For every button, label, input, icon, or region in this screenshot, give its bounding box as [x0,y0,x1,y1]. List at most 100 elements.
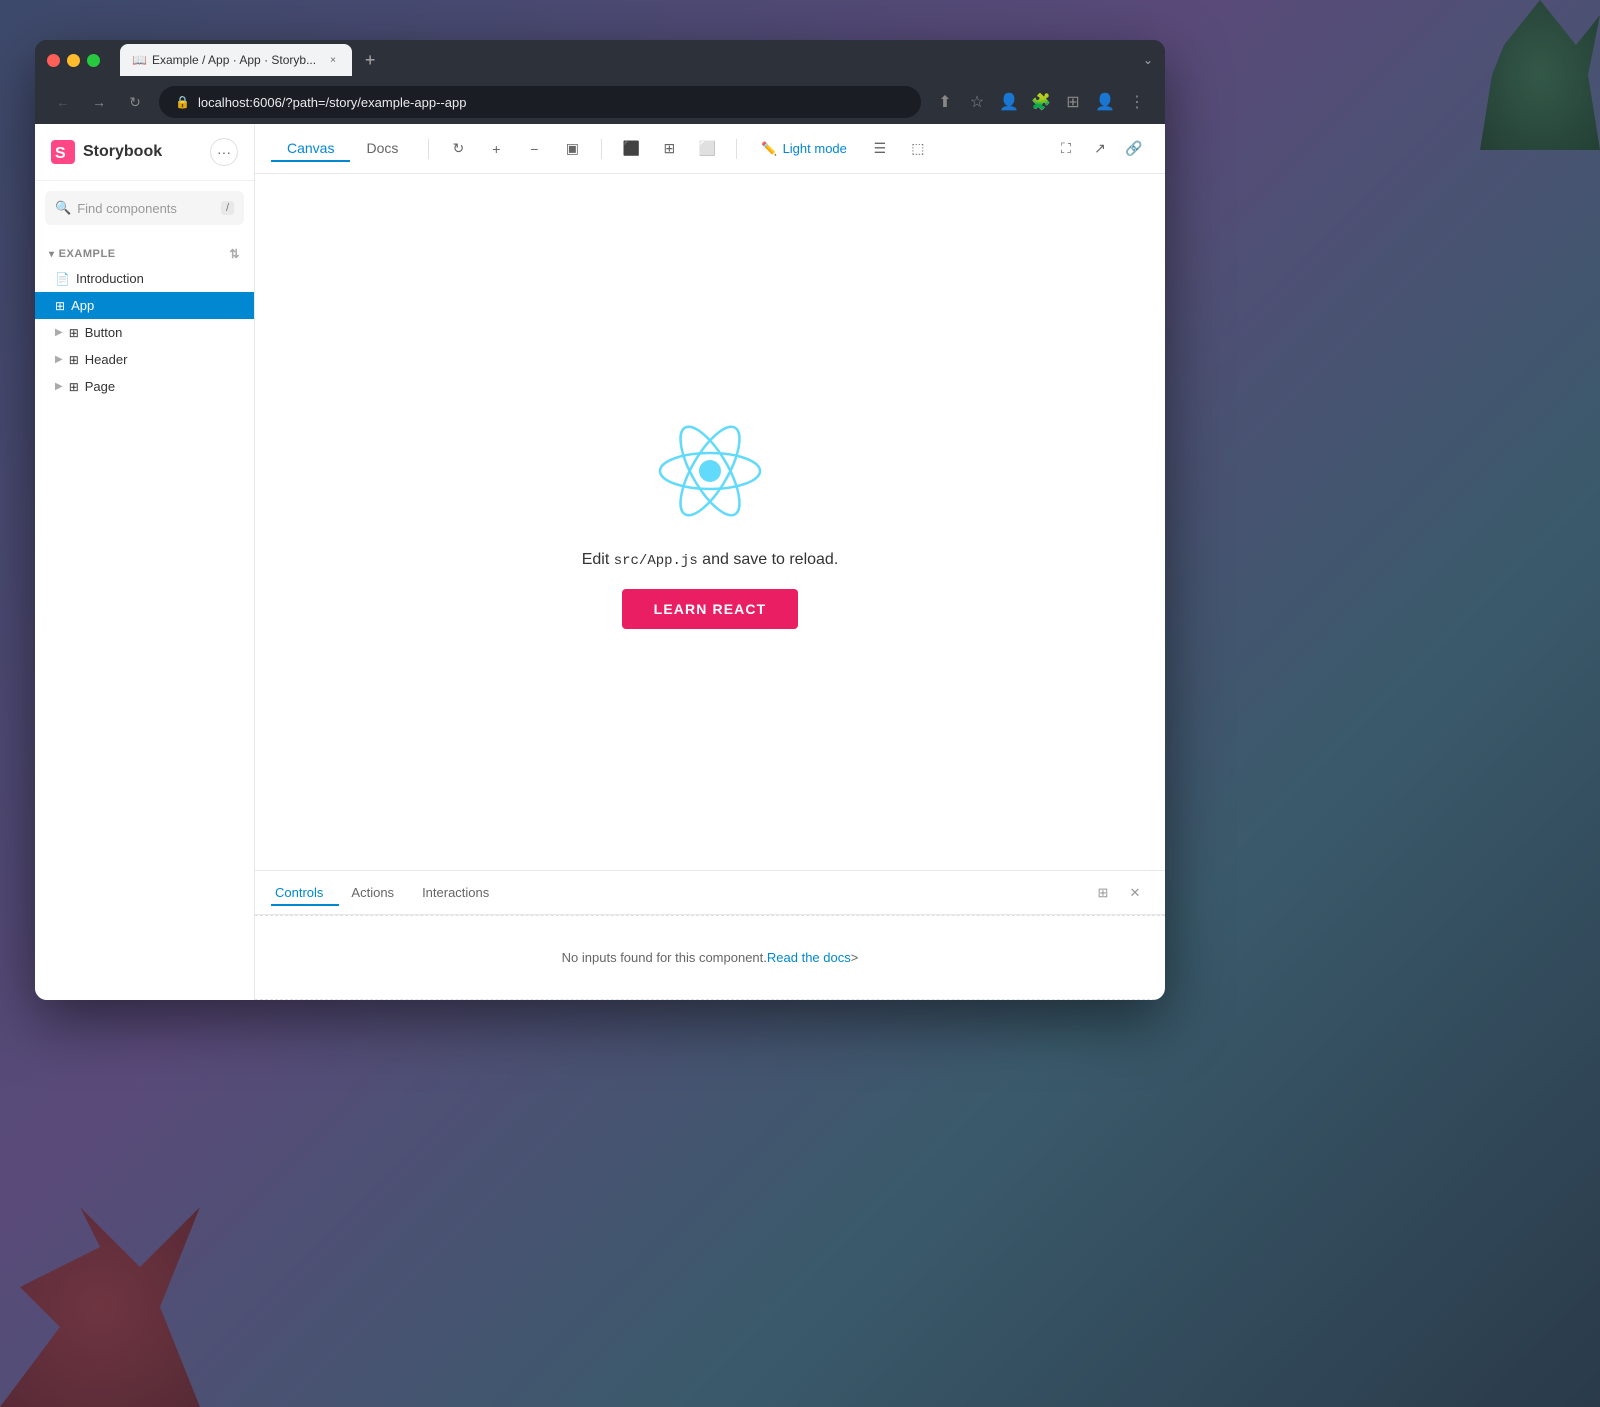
sidebar-header: S Storybook ··· [35,124,254,181]
split-view-button[interactable]: ⊞ [1061,90,1085,114]
learn-react-button[interactable]: LEARN REACT [622,589,799,629]
section-name-label: EXAMPLE [59,248,230,260]
extensions-button[interactable]: 🧩 [1029,90,1053,114]
back-button[interactable]: ← [51,90,75,114]
user-avatar-button[interactable]: 👤 [1093,90,1117,114]
copy-link-button[interactable]: 🔗 [1119,134,1149,164]
sidebar-item-introduction[interactable]: 📄 Introduction [35,265,254,292]
canvas-preview-area: Edit src/App.js and save to reload. LEAR… [255,174,1165,870]
maximize-window-button[interactable] [87,54,100,67]
background-button[interactable]: ⬛ [616,134,646,164]
fullscreen-button[interactable]: ⛶ [1051,134,1081,164]
code-filename: src/App.js [614,553,698,569]
preview-edit-text: Edit src/App.js and save to reload. [582,551,839,569]
sidebar-item-introduction-label: Introduction [76,271,240,286]
forward-button[interactable]: → [87,90,111,114]
sidebar-item-header-label: Header [85,352,240,367]
no-inputs-message-area: No inputs found for this component. Read… [255,915,1165,1000]
zoom-in-button[interactable]: + [481,134,511,164]
new-tab-button[interactable]: + [356,46,384,74]
tab-actions[interactable]: Actions [347,881,410,906]
main-toolbar: Canvas Docs ↻ + − ▣ ⬛ ⊞ ⬜ ✏️ Light mode … [255,124,1165,174]
panel-tabs: Controls Actions Interactions ⊞ ✕ [255,871,1165,915]
tab-close-button[interactable]: × [326,53,340,67]
browser-title-bar: 📖 Example / App · App · Storyb... × + ⌄ [35,40,1165,80]
browser-tabs-area: 📖 Example / App · App · Storyb... × + ⌄ [120,44,1153,76]
read-docs-arrow: > [851,950,859,965]
component-icon: ⊞ [55,299,65,313]
toolbar-right-actions: ⛶ ↗ 🔗 [1051,134,1149,164]
sidebar-item-app[interactable]: ⊞ App [35,292,254,319]
react-logo [655,416,765,531]
sidebar-item-app-label: App [71,298,240,313]
tab-title: Example / App · App · Storyb... [152,53,316,67]
address-bar: ← → ↻ 🔒 localhost:6006/?path=/story/exam… [35,80,1165,124]
tab-controls[interactable]: Controls [271,881,339,906]
section-collapse-icon[interactable]: ▾ [49,249,55,260]
sidebar-section-example: ▾ EXAMPLE ⇅ 📄 Introduction ⊞ App ▶ [35,235,254,408]
active-browser-tab[interactable]: 📖 Example / App · App · Storyb... × [120,44,352,76]
address-input-wrap[interactable]: 🔒 localhost:6006/?path=/story/example-ap… [159,86,921,118]
measure-button[interactable]: ☰ [865,134,895,164]
read-docs-link[interactable]: Read the docs [767,950,851,965]
toolbar-divider-2 [601,139,602,159]
sidebar-item-button[interactable]: ▶ ⊞ Button [35,319,254,346]
sidebar-item-header[interactable]: ▶ ⊞ Header [35,346,254,373]
search-bar[interactable]: 🔍 Find components / [45,191,244,225]
search-shortcut-badge: / [221,201,234,215]
panel-controls-content: No inputs found for this component. Read… [255,915,1165,1000]
open-new-tab-button[interactable]: ↗ [1085,134,1115,164]
browser-window: 📖 Example / App · App · Storyb... × + ⌄ … [35,40,1165,1000]
minimize-window-button[interactable] [67,54,80,67]
main-area: Canvas Docs ↻ + − ▣ ⬛ ⊞ ⬜ ✏️ Light mode … [255,124,1165,1000]
browser-actions: ⬆ ☆ 👤 🧩 ⊞ 👤 ⋮ [933,90,1149,114]
storybook-title: Storybook [83,143,162,161]
tab-favicon-icon: 📖 [132,53,146,67]
sidebar-item-page[interactable]: ▶ ⊞ Page [35,373,254,400]
sidebar-item-button-label: Button [85,325,240,340]
section-header-example: ▾ EXAMPLE ⇅ [35,243,254,265]
search-icon: 🔍 [55,200,71,216]
zoom-out-button[interactable]: − [519,134,549,164]
section-sort-icon[interactable]: ⇅ [229,247,240,261]
expand-panel-button[interactable]: ⊞ [1089,879,1117,907]
viewport-button[interactable]: ⬜ [692,134,722,164]
bookmark-button[interactable]: ☆ [965,90,989,114]
share-button[interactable]: ⬆ [933,90,957,114]
panel-tab-actions: ⊞ ✕ [1089,879,1149,907]
reload-page-button[interactable]: ↻ [123,90,147,114]
grid-button[interactable]: ⊞ [654,134,684,164]
outline-button[interactable]: ⬚ [903,134,933,164]
sidebar-item-page-label: Page [85,379,240,394]
sidebar-menu-button[interactable]: ··· [210,138,238,166]
reload-story-button[interactable]: ↻ [443,134,473,164]
component-icon: ⊞ [69,326,79,340]
tab-docs[interactable]: Docs [350,136,414,162]
tab-interactions[interactable]: Interactions [418,881,505,906]
address-text: localhost:6006/?path=/story/example-app-… [198,95,466,110]
canvas-docs-tabs: Canvas Docs [271,136,414,161]
profile-button[interactable]: 👤 [997,90,1021,114]
zoom-reset-button[interactable]: ▣ [557,134,587,164]
security-icon: 🔒 [175,95,190,109]
tab-dropdown-button[interactable]: ⌄ [1143,53,1153,67]
light-mode-label: Light mode [783,141,847,156]
svg-text:S: S [55,145,66,162]
bottom-panel: Controls Actions Interactions ⊞ ✕ No inp… [255,870,1165,1000]
no-inputs-text: No inputs found for this component. [562,950,767,965]
app-content: S Storybook ··· 🔍 Find components / ▾ EX… [35,124,1165,1000]
light-mode-button[interactable]: ✏️ Light mode [751,137,857,161]
expand-arrow-icon: ▶ [55,327,63,338]
tab-canvas[interactable]: Canvas [271,136,350,162]
app-preview-content: Edit src/App.js and save to reload. LEAR… [582,416,839,629]
edit-suffix: and save to reload. [698,551,839,568]
storybook-logo: S Storybook [51,140,162,164]
toolbar-divider-3 [736,139,737,159]
traffic-lights [47,54,100,67]
close-window-button[interactable] [47,54,60,67]
close-panel-button[interactable]: ✕ [1121,879,1149,907]
expand-arrow-icon: ▶ [55,381,63,392]
component-icon: ⊞ [69,380,79,394]
browser-menu-button[interactable]: ⋮ [1125,90,1149,114]
sidebar: S Storybook ··· 🔍 Find components / ▾ EX… [35,124,255,1000]
